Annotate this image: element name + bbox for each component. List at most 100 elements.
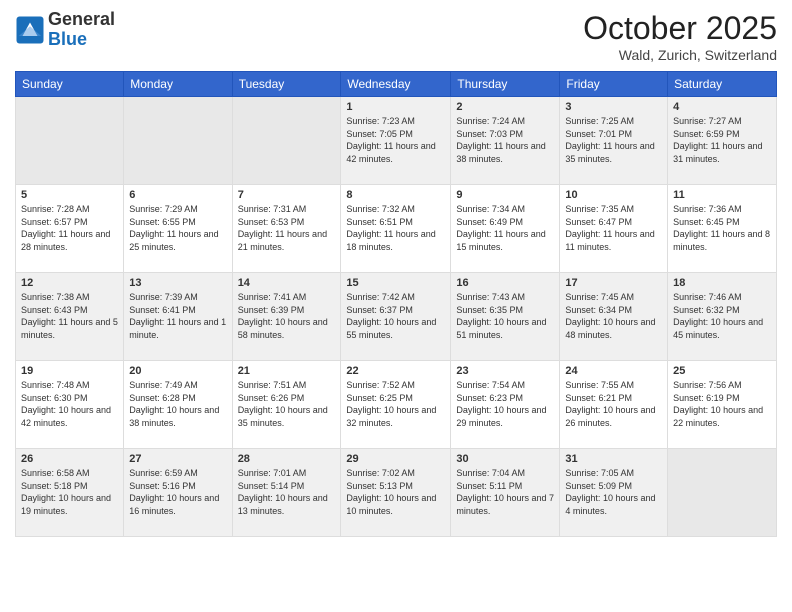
col-tuesday: Tuesday (232, 72, 341, 97)
day-info: Sunrise: 7:43 AMSunset: 6:35 PMDaylight:… (456, 291, 554, 341)
day-info: Sunrise: 7:55 AMSunset: 6:21 PMDaylight:… (565, 379, 662, 429)
logo-blue-text: Blue (48, 29, 87, 49)
day-info: Sunrise: 7:48 AMSunset: 6:30 PMDaylight:… (21, 379, 118, 429)
calendar-cell: 13Sunrise: 7:39 AMSunset: 6:41 PMDayligh… (124, 273, 232, 361)
day-number: 31 (565, 453, 662, 465)
day-number: 28 (238, 453, 336, 465)
day-info: Sunrise: 7:28 AMSunset: 6:57 PMDaylight:… (21, 203, 118, 253)
calendar-cell: 16 Sunrise: 7:43 AMSunset: 6:35 PMDayligh… (451, 273, 560, 361)
day-info: Sunrise: 7:42 AMSunset: 6:37 PMDaylight:… (346, 291, 445, 341)
calendar-header-row: Sunday Monday Tuesday Wednesday Thursday… (16, 72, 777, 97)
day-info: Sunrise: 7:54 AMSunset: 6:23 PMDaylight:… (456, 379, 554, 429)
logo: General Blue (15, 10, 115, 50)
col-sunday: Sunday (16, 72, 124, 97)
calendar-cell: 26 Sunrise: 6:58 AMSunset: 5:18 PMDayligh… (16, 449, 124, 537)
page: General Blue October 2025 Wald, Zurich, … (0, 0, 792, 612)
calendar-week-1: 1Sunrise: 7:23 AMSunset: 7:05 PMDaylight… (16, 97, 777, 185)
logo-general-text: General (48, 9, 115, 29)
col-monday: Monday (124, 72, 232, 97)
calendar-cell: 10 Sunrise: 7:35 AMSunset: 6:47 PMDayligh… (560, 185, 668, 273)
day-info: Sunrise: 7:35 AMSunset: 6:47 PMDaylight:… (565, 203, 662, 253)
calendar-week-2: 5 Sunrise: 7:28 AMSunset: 6:57 PMDaylight… (16, 185, 777, 273)
day-number: 8 (346, 189, 445, 201)
day-info: Sunrise: 7:05 AMSunset: 5:09 PMDaylight:… (565, 467, 662, 517)
col-wednesday: Wednesday (341, 72, 451, 97)
calendar-week-5: 26 Sunrise: 6:58 AMSunset: 5:18 PMDayligh… (16, 449, 777, 537)
day-info: Sunrise: 7:01 AMSunset: 5:14 PMDaylight:… (238, 467, 336, 517)
day-info: Sunrise: 7:39 AMSunset: 6:41 PMDaylight:… (129, 291, 226, 341)
col-thursday: Thursday (451, 72, 560, 97)
day-number: 4 (673, 101, 771, 113)
calendar-cell: 31 Sunrise: 7:05 AMSunset: 5:09 PMDayligh… (560, 449, 668, 537)
day-number: 10 (565, 189, 662, 201)
day-number: 21 (238, 365, 336, 377)
calendar-cell: 9 Sunrise: 7:34 AMSunset: 6:49 PMDaylight… (451, 185, 560, 273)
logo-icon (15, 15, 45, 45)
day-info: Sunrise: 7:52 AMSunset: 6:25 PMDaylight:… (346, 379, 445, 429)
day-info: Sunrise: 7:45 AMSunset: 6:34 PMDaylight:… (565, 291, 662, 341)
day-number: 26 (21, 453, 118, 465)
calendar-cell: 3 Sunrise: 7:25 AMSunset: 7:01 PMDaylight… (560, 97, 668, 185)
calendar-cell: 22 Sunrise: 7:52 AMSunset: 6:25 PMDayligh… (341, 361, 451, 449)
day-number: 11 (673, 189, 771, 201)
calendar-cell: 5 Sunrise: 7:28 AMSunset: 6:57 PMDaylight… (16, 185, 124, 273)
calendar: Sunday Monday Tuesday Wednesday Thursday… (15, 71, 777, 537)
day-info: Sunrise: 7:34 AMSunset: 6:49 PMDaylight:… (456, 203, 554, 253)
calendar-cell: 11Sunrise: 7:36 AMSunset: 6:45 PMDayligh… (668, 185, 777, 273)
calendar-cell: 17 Sunrise: 7:45 AMSunset: 6:34 PMDayligh… (560, 273, 668, 361)
day-number: 14 (238, 277, 336, 289)
day-info: Sunrise: 7:32 AMSunset: 6:51 PMDaylight:… (346, 203, 445, 253)
day-number: 18 (673, 277, 771, 289)
day-number: 25 (673, 365, 771, 377)
day-number: 27 (129, 453, 226, 465)
calendar-week-4: 19 Sunrise: 7:48 AMSunset: 6:30 PMDayligh… (16, 361, 777, 449)
calendar-cell: 24 Sunrise: 7:55 AMSunset: 6:21 PMDayligh… (560, 361, 668, 449)
day-info: Sunrise: 7:56 AMSunset: 6:19 PMDaylight:… (673, 379, 771, 429)
calendar-cell: 18 Sunrise: 7:46 AMSunset: 6:32 PMDayligh… (668, 273, 777, 361)
day-number: 17 (565, 277, 662, 289)
day-number: 1 (346, 101, 445, 113)
day-info: Sunrise: 7:46 AMSunset: 6:32 PMDaylight:… (673, 291, 771, 341)
day-number: 15 (346, 277, 445, 289)
day-number: 2 (456, 101, 554, 113)
calendar-cell: 19 Sunrise: 7:48 AMSunset: 6:30 PMDayligh… (16, 361, 124, 449)
calendar-cell: 29Sunrise: 7:02 AMSunset: 5:13 PMDayligh… (341, 449, 451, 537)
day-number: 6 (129, 189, 226, 201)
calendar-cell: 7Sunrise: 7:31 AMSunset: 6:53 PMDaylight… (232, 185, 341, 273)
day-info: Sunrise: 7:51 AMSunset: 6:26 PMDaylight:… (238, 379, 336, 429)
calendar-cell: 4Sunrise: 7:27 AMSunset: 6:59 PMDaylight… (668, 97, 777, 185)
calendar-cell: 2 Sunrise: 7:24 AMSunset: 7:03 PMDaylight… (451, 97, 560, 185)
month-title: October 2025 (583, 10, 777, 47)
day-number: 16 (456, 277, 554, 289)
calendar-cell: 21 Sunrise: 7:51 AMSunset: 6:26 PMDayligh… (232, 361, 341, 449)
calendar-cell: 25 Sunrise: 7:56 AMSunset: 6:19 PMDayligh… (668, 361, 777, 449)
calendar-cell (124, 97, 232, 185)
day-info: Sunrise: 7:41 AMSunset: 6:39 PMDaylight:… (238, 291, 336, 341)
day-info: Sunrise: 7:25 AMSunset: 7:01 PMDaylight:… (565, 115, 662, 165)
day-info: Sunrise: 7:02 AMSunset: 5:13 PMDaylight:… (346, 467, 445, 517)
location: Wald, Zurich, Switzerland (583, 47, 777, 63)
day-number: 9 (456, 189, 554, 201)
calendar-cell: 15 Sunrise: 7:42 AMSunset: 6:37 PMDayligh… (341, 273, 451, 361)
col-saturday: Saturday (668, 72, 777, 97)
day-info: Sunrise: 7:04 AMSunset: 5:11 PMDaylight:… (456, 467, 554, 517)
calendar-cell: 20Sunrise: 7:49 AMSunset: 6:28 PMDayligh… (124, 361, 232, 449)
calendar-cell (232, 97, 341, 185)
day-number: 24 (565, 365, 662, 377)
day-number: 3 (565, 101, 662, 113)
day-info: Sunrise: 6:58 AMSunset: 5:18 PMDaylight:… (21, 467, 118, 517)
calendar-cell: 23Sunrise: 7:54 AMSunset: 6:23 PMDayligh… (451, 361, 560, 449)
day-number: 5 (21, 189, 118, 201)
day-info: Sunrise: 7:24 AMSunset: 7:03 PMDaylight:… (456, 115, 554, 165)
day-number: 20 (129, 365, 226, 377)
day-info: Sunrise: 7:38 AMSunset: 6:43 PMDaylight:… (21, 291, 118, 341)
day-number: 22 (346, 365, 445, 377)
calendar-cell (16, 97, 124, 185)
day-number: 7 (238, 189, 336, 201)
calendar-cell: 27Sunrise: 6:59 AMSunset: 5:16 PMDayligh… (124, 449, 232, 537)
calendar-cell: 30Sunrise: 7:04 AMSunset: 5:11 PMDayligh… (451, 449, 560, 537)
calendar-cell: 8 Sunrise: 7:32 AMSunset: 6:51 PMDaylight… (341, 185, 451, 273)
calendar-cell: 6Sunrise: 7:29 AMSunset: 6:55 PMDaylight… (124, 185, 232, 273)
day-number: 19 (21, 365, 118, 377)
title-section: October 2025 Wald, Zurich, Switzerland (583, 10, 777, 63)
